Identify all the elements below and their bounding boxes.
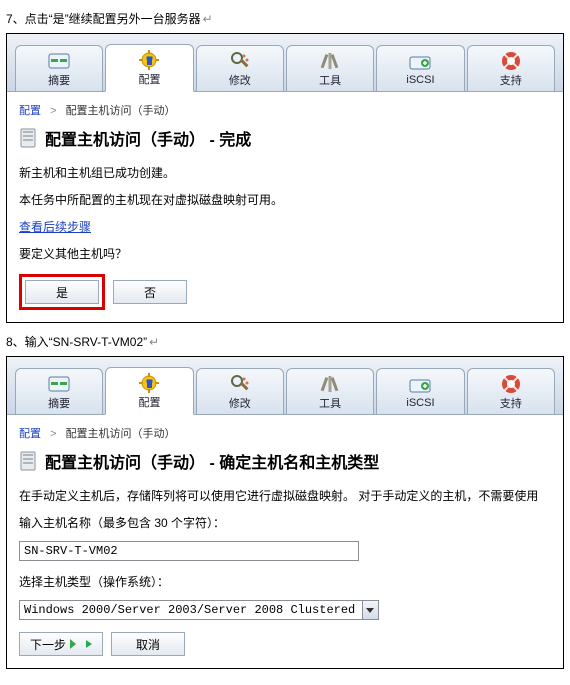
no-button[interactable]: 否 xyxy=(113,280,187,304)
page-title: 配置主机访问（手动） - 确定主机名和主机类型 xyxy=(45,449,379,473)
tab-label: 工具 xyxy=(319,72,341,88)
support-icon xyxy=(500,375,522,393)
cancel-button[interactable]: 取消 xyxy=(111,632,185,656)
iscsi-icon xyxy=(409,54,431,72)
tab-label: iSCSI xyxy=(406,397,434,409)
tab-summary[interactable]: 摘要 xyxy=(15,368,103,414)
page-header: 配置主机访问（手动） - 确定主机名和主机类型 xyxy=(19,449,551,473)
tab-modify[interactable]: 修改 xyxy=(196,368,284,414)
step8-caption: 8、输入“SN-SRV-T-VM02”↵ xyxy=(6,333,564,350)
tab-label: 摘要 xyxy=(48,395,70,411)
breadcrumb-root[interactable]: 配置 xyxy=(19,428,41,440)
step7-caption: 7、点击“是”继续配置另外一台服务器↵ xyxy=(6,10,564,27)
highlight-yes: 是 xyxy=(19,274,105,310)
summary-icon xyxy=(48,375,70,393)
intro-text: 在手动定义主机后，存储阵列将可以使用它进行虚拟磁盘映射。 对于手动定义的主机，不… xyxy=(19,487,551,504)
tab-label: 工具 xyxy=(319,395,341,411)
page-header: 配置主机访问（手动） - 完成 xyxy=(19,126,551,150)
summary-icon xyxy=(48,52,70,70)
page-title: 配置主机访问（手动） - 完成 xyxy=(45,126,251,150)
breadcrumb-current: 配置主机访问（手动） xyxy=(66,105,176,117)
breadcrumb: 配置 > 配置主机访问（手动） xyxy=(19,102,551,118)
hostname-input[interactable] xyxy=(19,541,359,561)
chevron-right-icon: > xyxy=(50,105,56,117)
server-icon xyxy=(19,450,37,472)
msg-available: 本任务中所配置的主机现在对虚拟磁盘映射可用。 xyxy=(19,191,551,208)
iscsi-icon xyxy=(409,377,431,395)
tab-label: 配置 xyxy=(138,394,160,410)
next-button-label: 下一步 xyxy=(30,636,66,653)
modify-icon xyxy=(229,52,251,70)
tab-label: 摘要 xyxy=(48,72,70,88)
tab-configure[interactable]: 配置 xyxy=(105,367,193,415)
tools-icon xyxy=(319,52,341,70)
tab-label: 配置 xyxy=(138,71,160,87)
server-icon xyxy=(19,127,37,149)
breadcrumb-root[interactable]: 配置 xyxy=(19,105,41,117)
tab-summary[interactable]: 摘要 xyxy=(15,45,103,91)
configure-icon xyxy=(138,51,160,69)
tab-support[interactable]: 支持 xyxy=(467,45,555,91)
tab-label: 修改 xyxy=(229,72,251,88)
hostname-label: 输入主机名称（最多包含 30 个字符）： xyxy=(19,514,551,531)
panel-step7: 摘要 配置 修改 工具 iSCSI xyxy=(6,33,564,323)
prompt-define-another: 要定义其他主机吗？ xyxy=(19,245,551,262)
tab-tools[interactable]: 工具 xyxy=(286,45,374,91)
tab-label: 支持 xyxy=(500,395,522,411)
tabbar-2: 摘要 配置 修改 工具 iSCSI xyxy=(7,357,563,415)
modify-icon xyxy=(229,375,251,393)
msg-success: 新主机和主机组已成功创建。 xyxy=(19,164,551,181)
tabbar-1: 摘要 配置 修改 工具 iSCSI xyxy=(7,34,563,92)
button-row: 是 否 xyxy=(19,274,551,310)
hosttype-label: 选择主机类型（操作系统）： xyxy=(19,573,551,590)
hosttype-value: Windows 2000/Server 2003/Server 2008 Clu… xyxy=(24,603,355,617)
tools-icon xyxy=(319,375,341,393)
tab-configure[interactable]: 配置 xyxy=(105,44,193,92)
tab-label: 修改 xyxy=(229,395,251,411)
tab-label: 支持 xyxy=(500,72,522,88)
tab-iscsi[interactable]: iSCSI xyxy=(376,45,464,91)
button-row: 下一步 取消 xyxy=(19,632,551,656)
panel-step8: 摘要 配置 修改 工具 iSCSI xyxy=(6,356,564,669)
content-step7: 配置 > 配置主机访问（手动） 配置主机访问（手动） - 完成 新主机和主机组已… xyxy=(7,92,563,322)
tab-modify[interactable]: 修改 xyxy=(196,45,284,91)
yes-button[interactable]: 是 xyxy=(25,280,99,304)
dropdown-caret-icon xyxy=(366,608,374,613)
link-followup-steps[interactable]: 查看后续步骤 xyxy=(19,220,91,234)
breadcrumb: 配置 > 配置主机访问（手动） xyxy=(19,425,551,441)
tab-support[interactable]: 支持 xyxy=(467,368,555,414)
next-button[interactable]: 下一步 xyxy=(19,632,103,656)
support-icon xyxy=(500,52,522,70)
breadcrumb-current: 配置主机访问（手动） xyxy=(66,428,176,440)
content-step8: 配置 > 配置主机访问（手动） 配置主机访问（手动） - 确定主机名和主机类型 … xyxy=(7,415,563,668)
tab-iscsi[interactable]: iSCSI xyxy=(376,368,464,414)
tab-label: iSCSI xyxy=(406,74,434,86)
hosttype-select[interactable]: Windows 2000/Server 2003/Server 2008 Clu… xyxy=(19,600,379,620)
tab-tools[interactable]: 工具 xyxy=(286,368,374,414)
chevron-right-icon: > xyxy=(50,428,56,440)
configure-icon xyxy=(138,374,160,392)
